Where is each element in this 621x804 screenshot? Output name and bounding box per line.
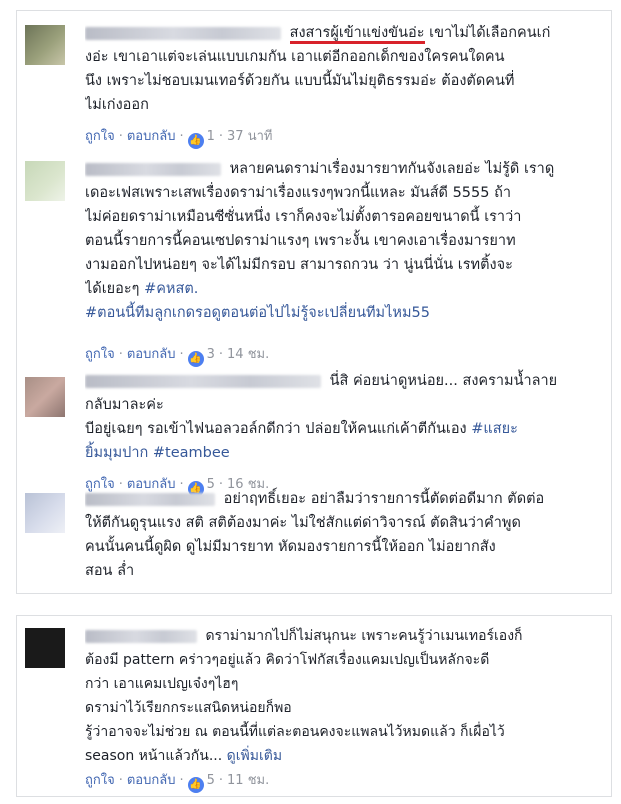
commenter-name-redacted[interactable]: [85, 629, 197, 643]
see-more-link[interactable]: ดูเพิ่มเติม: [227, 748, 282, 764]
avatar[interactable]: [25, 493, 65, 533]
hashtag-link[interactable]: #คหสต.: [144, 281, 198, 297]
like-link[interactable]: ถูกใจ: [85, 129, 115, 144]
hashtag-link[interactable]: #ตอนนี้ทีมลูกเกดรอดูตอนต่อไปไม่รู้จะเปลี…: [85, 301, 601, 325]
reaction-count[interactable]: 1: [207, 129, 215, 144]
avatar[interactable]: [25, 377, 65, 417]
comment-text: นี่สิ ค่อยน่าดูหน่อย... สงครามน้ำลาย กลั…: [85, 369, 601, 465]
reaction-count[interactable]: 3: [207, 347, 215, 362]
commenter-name-redacted[interactable]: [85, 374, 321, 388]
commenter-name-redacted[interactable]: [85, 492, 215, 506]
comments-panel: สงสารผู้เข้าแข่งขันอ่ะ เขาไม่ได้เลือกคนเ…: [16, 10, 612, 594]
reply-link[interactable]: ตอบกลับ: [127, 347, 176, 362]
timestamp[interactable]: 37 นาที: [227, 129, 272, 144]
avatar[interactable]: [25, 161, 65, 201]
comment-text: หลายคนดราม่าเรื่องมารยาทกันจังเลยอ่ะ ไม่…: [85, 157, 601, 325]
avatar[interactable]: [25, 25, 65, 65]
hashtag-link[interactable]: ยิ้มมุมปาก #teambee: [85, 441, 601, 465]
avatar[interactable]: [25, 628, 65, 668]
comment-text: อย่าฤทธิ์เยอะ อย่าลืมว่ารายการนี้ตัดต่อด…: [85, 491, 545, 579]
thumbs-up-icon[interactable]: 👍: [187, 777, 204, 793]
commenter-name-redacted[interactable]: [85, 162, 221, 176]
reply-link[interactable]: ตอบกลับ: [127, 129, 176, 144]
comment-actions: ถูกใจ · ตอบกลับ · 👍 5 · 11 ชม.: [85, 772, 269, 793]
reaction-count[interactable]: 5: [207, 773, 215, 788]
like-link[interactable]: ถูกใจ: [85, 347, 115, 362]
comment-text: ดราม่ามากไปก็ไม่สนุกนะ เพราะคนรู้ว่าเมนเ…: [85, 628, 523, 764]
timestamp[interactable]: 14 ชม.: [227, 347, 269, 362]
like-link[interactable]: ถูกใจ: [85, 773, 115, 788]
comments-panel: ดราม่ามากไปก็ไม่สนุกนะ เพราะคนรู้ว่าเมนเ…: [16, 615, 612, 797]
thumbs-up-icon[interactable]: 👍: [187, 351, 204, 367]
thumbs-up-icon[interactable]: 👍: [187, 133, 204, 149]
comment-text: สงสารผู้เข้าแข่งขันอ่ะ เขาไม่ได้เลือกคนเ…: [85, 25, 551, 113]
reply-link[interactable]: ตอบกลับ: [127, 773, 176, 788]
comment-actions: ถูกใจ · ตอบกลับ · 👍 3 · 14 ชม.: [85, 346, 269, 367]
hashtag-link[interactable]: #แสยะ: [471, 421, 518, 437]
timestamp[interactable]: 11 ชม.: [227, 773, 269, 788]
highlighted-phrase: สงสารผู้เข้าแข่งขันอ่ะ: [289, 25, 425, 44]
comment-actions: ถูกใจ · ตอบกลับ · 👍 1 · 37 นาที: [85, 128, 272, 149]
commenter-name-redacted[interactable]: [85, 26, 281, 40]
